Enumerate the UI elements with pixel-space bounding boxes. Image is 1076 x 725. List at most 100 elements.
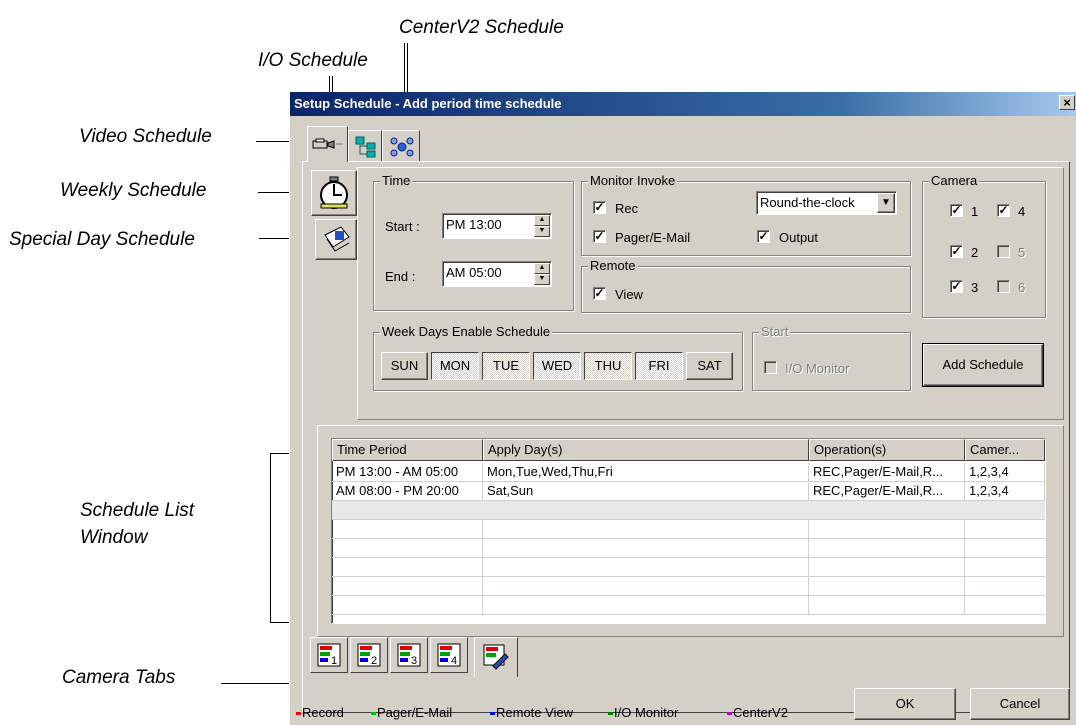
io-monitor-checkbox <box>764 361 777 374</box>
cancel-label: Cancel <box>999 696 1041 711</box>
pager-email-checkbox[interactable]: ✓ <box>593 230 606 243</box>
start-time-value: PM 13:00 <box>446 217 502 232</box>
camera-4-label: 4 <box>1018 204 1026 219</box>
monitor-invoke-legend: Monitor Invoke <box>588 173 678 188</box>
day-button-mon[interactable]: MON <box>431 352 479 380</box>
table-row-empty <box>332 558 1045 577</box>
end-time-up-button[interactable]: ▲ <box>534 263 550 274</box>
cell-apply-days: Sat,Sun <box>483 482 809 501</box>
camera-2-label: 2 <box>971 245 979 260</box>
table-row[interactable]: PM 13:00 - AM 05:00 Mon,Tue,Wed,Thu,Fri … <box>332 463 1045 482</box>
end-time-value: AM 05:00 <box>446 265 502 280</box>
io-network-icon <box>355 136 376 158</box>
day-button-tue[interactable]: TUE <box>482 352 530 380</box>
camera-3-label: 3 <box>971 280 979 295</box>
centerv2-network-icon <box>390 137 414 157</box>
camera-2-tab-number: 2 <box>371 655 377 667</box>
camera-tab-1[interactable]: 1 <box>310 637 348 673</box>
io-monitor-label: I/O Monitor <box>785 361 850 376</box>
tab-special-day-schedule[interactable] <box>315 219 357 260</box>
camera-6-label: 6 <box>1018 280 1026 295</box>
camera-tab-4[interactable]: 4 <box>430 637 468 673</box>
cell-operations: REC,Pager/E-Mail,R... <box>809 463 965 482</box>
schedule-list[interactable]: Time Period Apply Day(s) Operation(s) Ca… <box>331 438 1046 624</box>
tab-centerv2-schedule[interactable] <box>382 130 420 162</box>
week-days-group: Week Days Enable Schedule SUN MON TUE WE… <box>373 324 743 391</box>
camera-4-schedule-icon: 4 <box>437 643 461 667</box>
callout-schedule-list-window-line2: Window <box>80 527 148 548</box>
camera-4-tab-number: 4 <box>451 655 457 667</box>
output-label: Output <box>779 230 819 245</box>
output-checkbox[interactable]: ✓ <box>757 230 770 243</box>
camera-2-checkbox[interactable]: ✓ <box>950 245 963 258</box>
record-color-swatch <box>296 712 301 716</box>
tab-weekly-schedule[interactable] <box>311 170 357 216</box>
table-row-empty <box>332 539 1045 558</box>
legend-io-monitor: I/O Monitor <box>608 705 678 720</box>
end-label: End : <box>385 269 416 284</box>
remote-view-label: View <box>615 287 643 302</box>
callout-centerv2-schedule: CenterV2 Schedule <box>399 17 564 38</box>
leader-list-vert <box>270 453 271 623</box>
callout-weekly-schedule: Weekly Schedule <box>60 180 207 201</box>
window-title: Setup Schedule - Add period time schedul… <box>294 96 562 111</box>
schedule-mode-value: Round-the-clock <box>760 195 855 210</box>
end-time-down-button[interactable]: ▼ <box>534 274 550 285</box>
table-row[interactable]: AM 08:00 - PM 20:00 Sat,Sun REC,Pager/E-… <box>332 482 1045 501</box>
time-group: Time Start : PM 13:00 ▲ ▼ End : AM 05:00… <box>373 173 574 311</box>
camera-tab-2[interactable]: 2 <box>350 637 388 673</box>
remote-legend: Remote <box>588 258 638 273</box>
table-row-empty <box>332 520 1045 539</box>
start-group: Start I/O Monitor <box>752 324 911 391</box>
camera-tab-edit[interactable] <box>474 637 518 677</box>
start-time-up-button[interactable]: ▲ <box>534 215 550 226</box>
centerv2-color-swatch <box>727 712 732 716</box>
chevron-down-icon[interactable]: ▼ <box>877 193 895 213</box>
callout-video-schedule: Video Schedule <box>79 126 212 147</box>
ok-button[interactable]: OK <box>854 688 956 720</box>
schedule-mode-select[interactable]: Round-the-clock ▼ <box>756 191 897 215</box>
start-time-spinner[interactable]: PM 13:00 ▲ ▼ <box>442 213 552 239</box>
column-header-operations[interactable]: Operation(s) <box>809 439 965 461</box>
camera-5-checkbox <box>997 245 1010 258</box>
pager-color-swatch <box>371 712 376 716</box>
start-time-down-button[interactable]: ▼ <box>534 226 550 237</box>
setup-schedule-window: Setup Schedule - Add period time schedul… <box>289 92 1076 725</box>
tab-io-schedule[interactable] <box>348 130 382 162</box>
time-group-legend: Time <box>380 173 413 188</box>
cancel-button[interactable]: Cancel <box>970 688 1070 720</box>
camera-3-checkbox[interactable]: ✓ <box>950 280 963 293</box>
camera-group: Camera ✓ 1 ✓ 4 ✓ 2 5 ✓ 3 6 <box>922 173 1046 318</box>
io-monitor-color-swatch <box>608 712 613 716</box>
start-legend: Start <box>759 324 791 339</box>
callout-special-day-schedule: Special Day Schedule <box>9 229 195 250</box>
rec-checkbox[interactable]: ✓ <box>593 201 606 214</box>
table-row-selected-empty[interactable] <box>332 501 1045 520</box>
tab-video-schedule[interactable] <box>307 126 348 162</box>
camera-4-checkbox[interactable]: ✓ <box>997 204 1010 217</box>
add-schedule-button[interactable]: Add Schedule <box>922 343 1044 387</box>
day-button-row: SUN MON TUE WED THU FRI SAT <box>381 352 735 380</box>
day-button-sun[interactable]: SUN <box>381 352 428 380</box>
column-header-apply-days[interactable]: Apply Day(s) <box>483 439 809 461</box>
camera-3-tab-number: 3 <box>411 655 417 667</box>
day-button-fri[interactable]: FRI <box>635 352 683 380</box>
cell-apply-days: Mon,Tue,Wed,Thu,Fri <box>483 463 809 482</box>
remote-view-color-swatch <box>490 712 495 716</box>
column-header-time-period[interactable]: Time Period <box>332 439 483 461</box>
start-label: Start : <box>385 219 420 234</box>
day-button-sat[interactable]: SAT <box>686 352 733 380</box>
remote-view-checkbox[interactable]: ✓ <box>593 287 606 300</box>
camera-1-checkbox[interactable]: ✓ <box>950 204 963 217</box>
table-row-empty <box>332 577 1045 596</box>
legend-centerv2: CenterV2 <box>727 705 788 720</box>
callout-camera-tabs: Camera Tabs <box>62 667 176 688</box>
camera-tab-3[interactable]: 3 <box>390 637 428 673</box>
column-header-camera[interactable]: Camer... <box>965 439 1045 461</box>
day-button-thu[interactable]: THU <box>584 352 632 380</box>
day-button-wed[interactable]: WED <box>533 352 581 380</box>
close-button[interactable]: × <box>1059 95 1075 110</box>
cell-operations: REC,Pager/E-Mail,R... <box>809 482 965 501</box>
end-time-spinner[interactable]: AM 05:00 ▲ ▼ <box>442 261 552 287</box>
legend-remote-view: Remote View <box>490 705 573 720</box>
